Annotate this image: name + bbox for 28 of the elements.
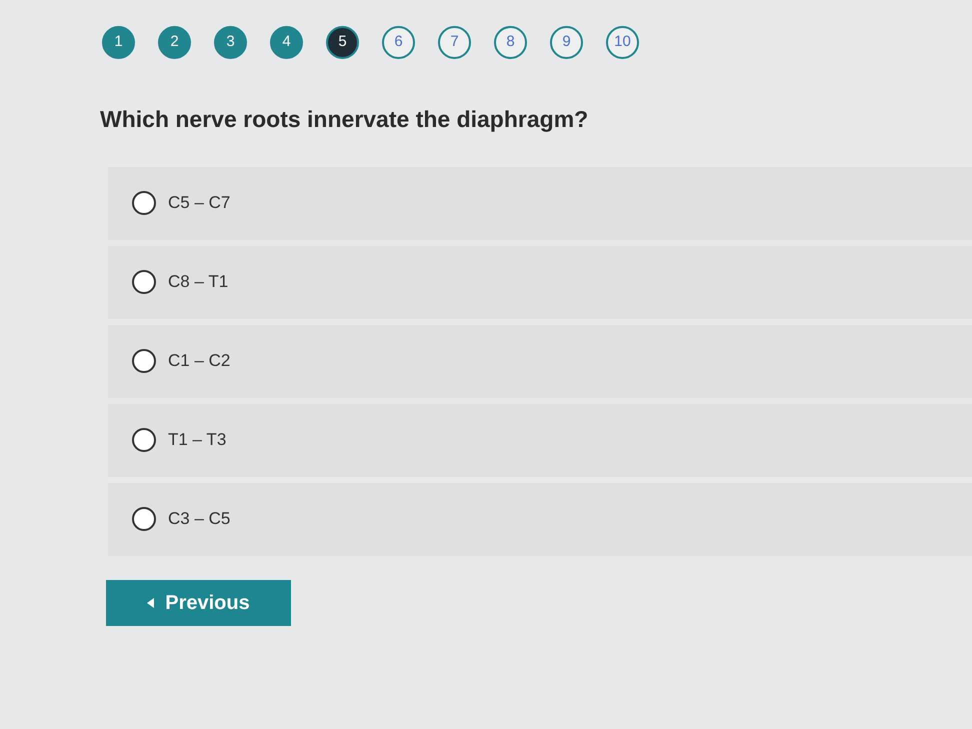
option-label: C8 – T1 (168, 271, 228, 294)
step-button[interactable]: 2 (158, 26, 191, 59)
step-button[interactable]: 6 (382, 26, 415, 59)
option-label: C1 – C2 (168, 350, 230, 372)
answer-option[interactable]: T1 – T3 (108, 404, 972, 476)
step-button[interactable]: 7 (438, 26, 471, 59)
step-button[interactable]: 8 (494, 26, 527, 59)
radio-button[interactable] (132, 349, 156, 373)
radio-button[interactable] (132, 191, 156, 215)
caret-left-icon (147, 598, 156, 608)
answer-option[interactable]: C5 – C7 (108, 166, 972, 240)
option-label: C3 – C5 (168, 508, 230, 530)
step-button[interactable]: 4 (270, 26, 303, 59)
answer-option[interactable]: C1 – C2 (108, 324, 972, 398)
answer-option[interactable]: C8 – T1 (108, 246, 972, 318)
step-button[interactable]: 10 (606, 26, 639, 59)
previous-button[interactable]: Previous (106, 580, 291, 626)
option-label: C5 – C7 (168, 192, 230, 214)
question-text: Which nerve roots innervate the diaphragm? (100, 105, 590, 134)
radio-button[interactable] (132, 507, 156, 531)
step-button[interactable]: 1 (102, 26, 135, 59)
answer-option[interactable]: C3 – C5 (108, 482, 972, 556)
radio-button[interactable] (132, 270, 156, 294)
step-button[interactable]: 9 (550, 26, 583, 59)
step-button[interactable]: 3 (214, 26, 247, 59)
option-label: T1 – T3 (168, 429, 226, 452)
step-button[interactable]: 5 (326, 26, 359, 59)
radio-button[interactable] (132, 428, 156, 452)
